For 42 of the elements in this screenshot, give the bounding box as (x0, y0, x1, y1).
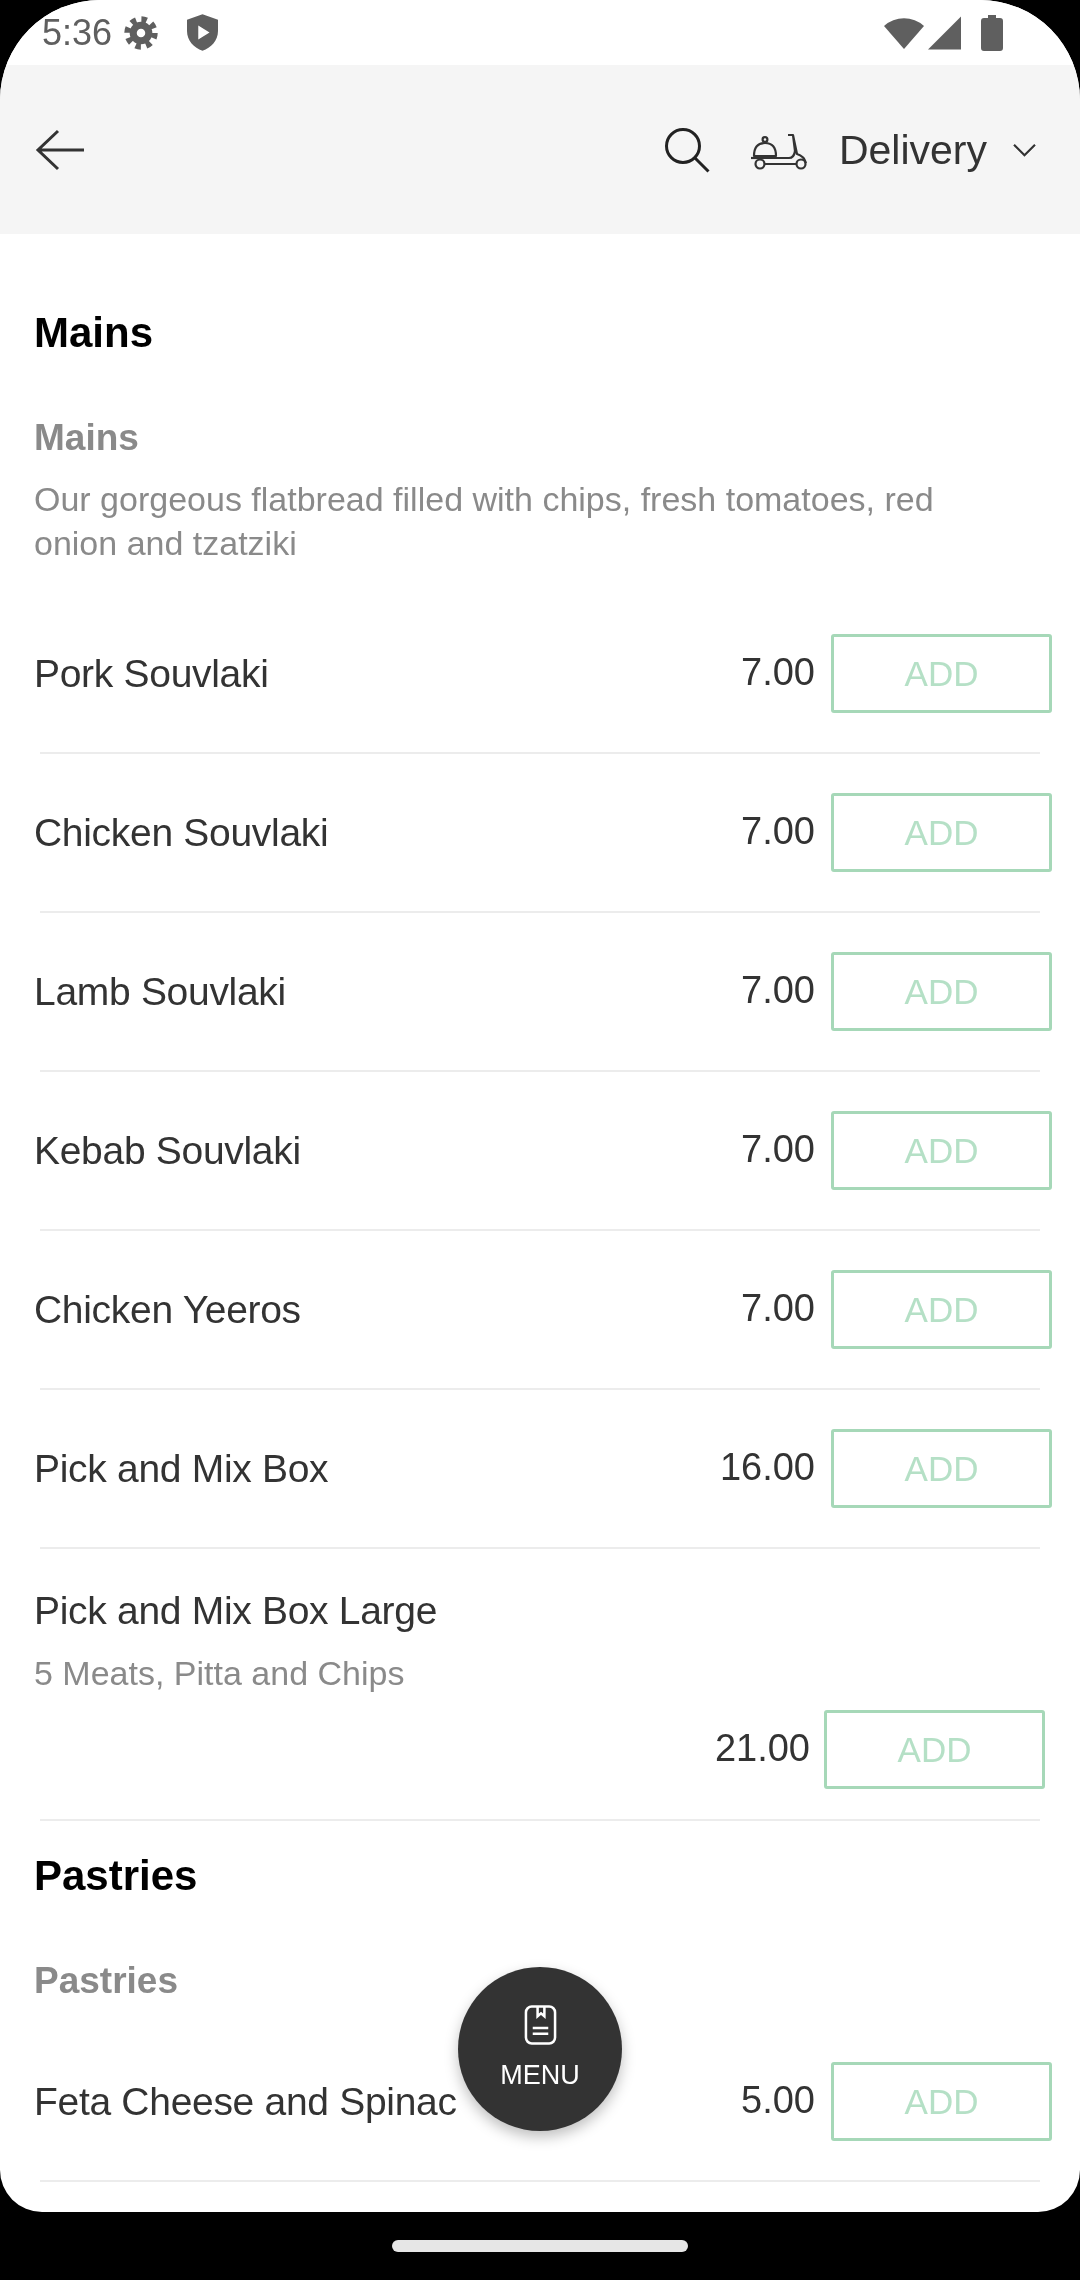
item-price: 7.00 (741, 967, 815, 1012)
category-title: Pastries (34, 1959, 178, 2003)
item-price: 5.00 (741, 2077, 815, 2122)
shield-icon (187, 14, 219, 51)
add-button[interactable]: ADD (831, 952, 1052, 1031)
search-icon[interactable] (663, 126, 710, 173)
item-name: Kebab Souvlaki (34, 1127, 301, 1174)
book-icon (523, 2004, 557, 2046)
section-title: Mains (34, 309, 154, 357)
add-button[interactable]: ADD (831, 2062, 1052, 2141)
item-price: 16.00 (719, 1444, 815, 1489)
item-name: Pork Souvlaki (34, 650, 269, 697)
item-price: 21.00 (714, 1725, 810, 1770)
item-price: 7.00 (741, 649, 815, 694)
signal-icon (928, 15, 961, 50)
battery-icon (981, 14, 1003, 51)
add-button[interactable]: ADD (831, 793, 1052, 872)
chevron-down-icon (1012, 142, 1037, 157)
item-price: 7.00 (741, 808, 815, 853)
gear-icon (124, 15, 159, 50)
item-name: Lamb Souvlaki (34, 968, 286, 1015)
item-description: 5 Meats, Pitta and Chips (34, 1653, 405, 1693)
status-time: 5:36 (42, 12, 113, 53)
back-icon[interactable] (34, 127, 86, 172)
item-name: Pick and Mix Box Large (34, 1588, 438, 1634)
item-name: Chicken Souvlaki (34, 809, 329, 856)
add-button[interactable]: ADD (831, 1429, 1052, 1508)
category-title: Mains (34, 416, 139, 460)
menu-button[interactable]: MENU (458, 1967, 622, 2131)
category-description: Our gorgeous flatbread filled with chips, fresh tomatoes, red onion and tzatziki (34, 479, 935, 564)
add-button[interactable]: ADD (831, 1270, 1052, 1349)
wifi-icon (884, 15, 924, 50)
item-name: Chicken Yeeros (34, 1286, 301, 1333)
item-price: 7.00 (741, 1126, 815, 1171)
delivery-mode-dropdown[interactable]: Delivery (748, 125, 1037, 174)
section-title: Pastries (34, 1852, 198, 1900)
add-button[interactable]: ADD (831, 634, 1052, 713)
add-button[interactable]: ADD (831, 1111, 1052, 1190)
item-name: Pick and Mix Box (34, 1445, 329, 1492)
item-price: 7.00 (741, 1285, 815, 1330)
add-button[interactable]: ADD (824, 1710, 1045, 1789)
item-name: Feta Cheese and Spinac (34, 2078, 457, 2125)
